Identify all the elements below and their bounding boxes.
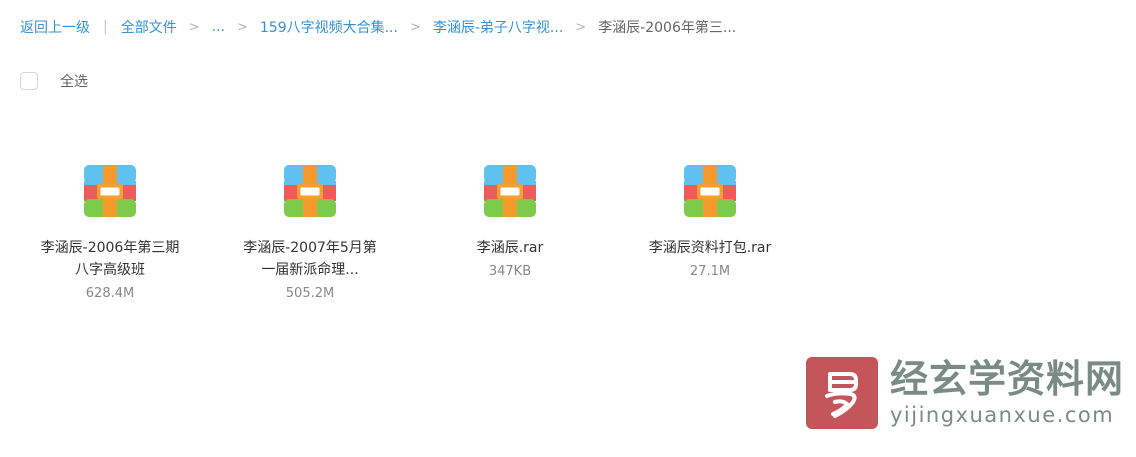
breadcrumb-current: 李涵辰-2006年第三... <box>598 20 737 36</box>
file-size: 628.4M <box>85 286 135 301</box>
watermark: 经玄学资料网 yijingxuanxue.com <box>806 355 1124 431</box>
file-name[interactable]: 李涵辰资料打包.rar <box>630 237 790 259</box>
select-all-label[interactable]: 全选 <box>60 71 88 91</box>
file-size: 27.1M <box>689 264 731 279</box>
back-link[interactable]: 返回上一级 <box>20 17 90 37</box>
file-name[interactable]: 李涵辰-2006年第三期八字高级班 <box>30 237 190 281</box>
breadcrumb-all-files[interactable]: 全部文件 <box>121 17 177 37</box>
select-all-row: 全选 <box>20 71 88 91</box>
file-item[interactable]: 李涵辰资料打包.rar 27.1M <box>630 160 790 282</box>
breadcrumb-ellipsis[interactable]: ... <box>212 19 225 35</box>
breadcrumb-level2[interactable]: 李涵辰-弟子八字视... <box>433 17 563 37</box>
file-size: 347KB <box>488 264 532 279</box>
breadcrumb-divider: | <box>103 19 108 35</box>
file-name[interactable]: 李涵辰-2007年5月第一届新派命理... <box>230 237 390 281</box>
watermark-seal-logo <box>806 357 878 429</box>
archive-icon <box>284 165 336 217</box>
file-item[interactable]: 李涵辰-2007年5月第一届新派命理... 505.2M <box>230 160 390 304</box>
seal-glyph-icon <box>825 372 858 418</box>
breadcrumb-arrow-icon: > <box>188 19 200 35</box>
file-item[interactable]: 李涵辰-2006年第三期八字高级班 628.4M <box>30 160 190 304</box>
archive-icon <box>684 165 736 217</box>
breadcrumb-level1[interactable]: 159八字视频大合集... <box>260 17 398 37</box>
select-all-checkbox[interactable] <box>20 72 38 90</box>
file-size: 505.2M <box>285 286 335 301</box>
file-name[interactable]: 李涵辰.rar <box>430 237 590 259</box>
file-item[interactable]: 李涵辰.rar 347KB <box>430 160 590 282</box>
archive-icon <box>84 165 136 217</box>
breadcrumb-arrow-icon: > <box>409 19 421 35</box>
breadcrumb-arrow-icon: > <box>236 19 248 35</box>
breadcrumb: 返回上一级 | 全部文件 > ... > 159八字视频大合集... > 李涵辰… <box>20 17 736 37</box>
breadcrumb-arrow-icon: > <box>575 19 587 35</box>
watermark-chinese-text: 经玄学资料网 <box>890 359 1125 401</box>
archive-icon <box>484 165 536 217</box>
watermark-url-text: yijingxuanxue.com <box>890 403 1115 427</box>
